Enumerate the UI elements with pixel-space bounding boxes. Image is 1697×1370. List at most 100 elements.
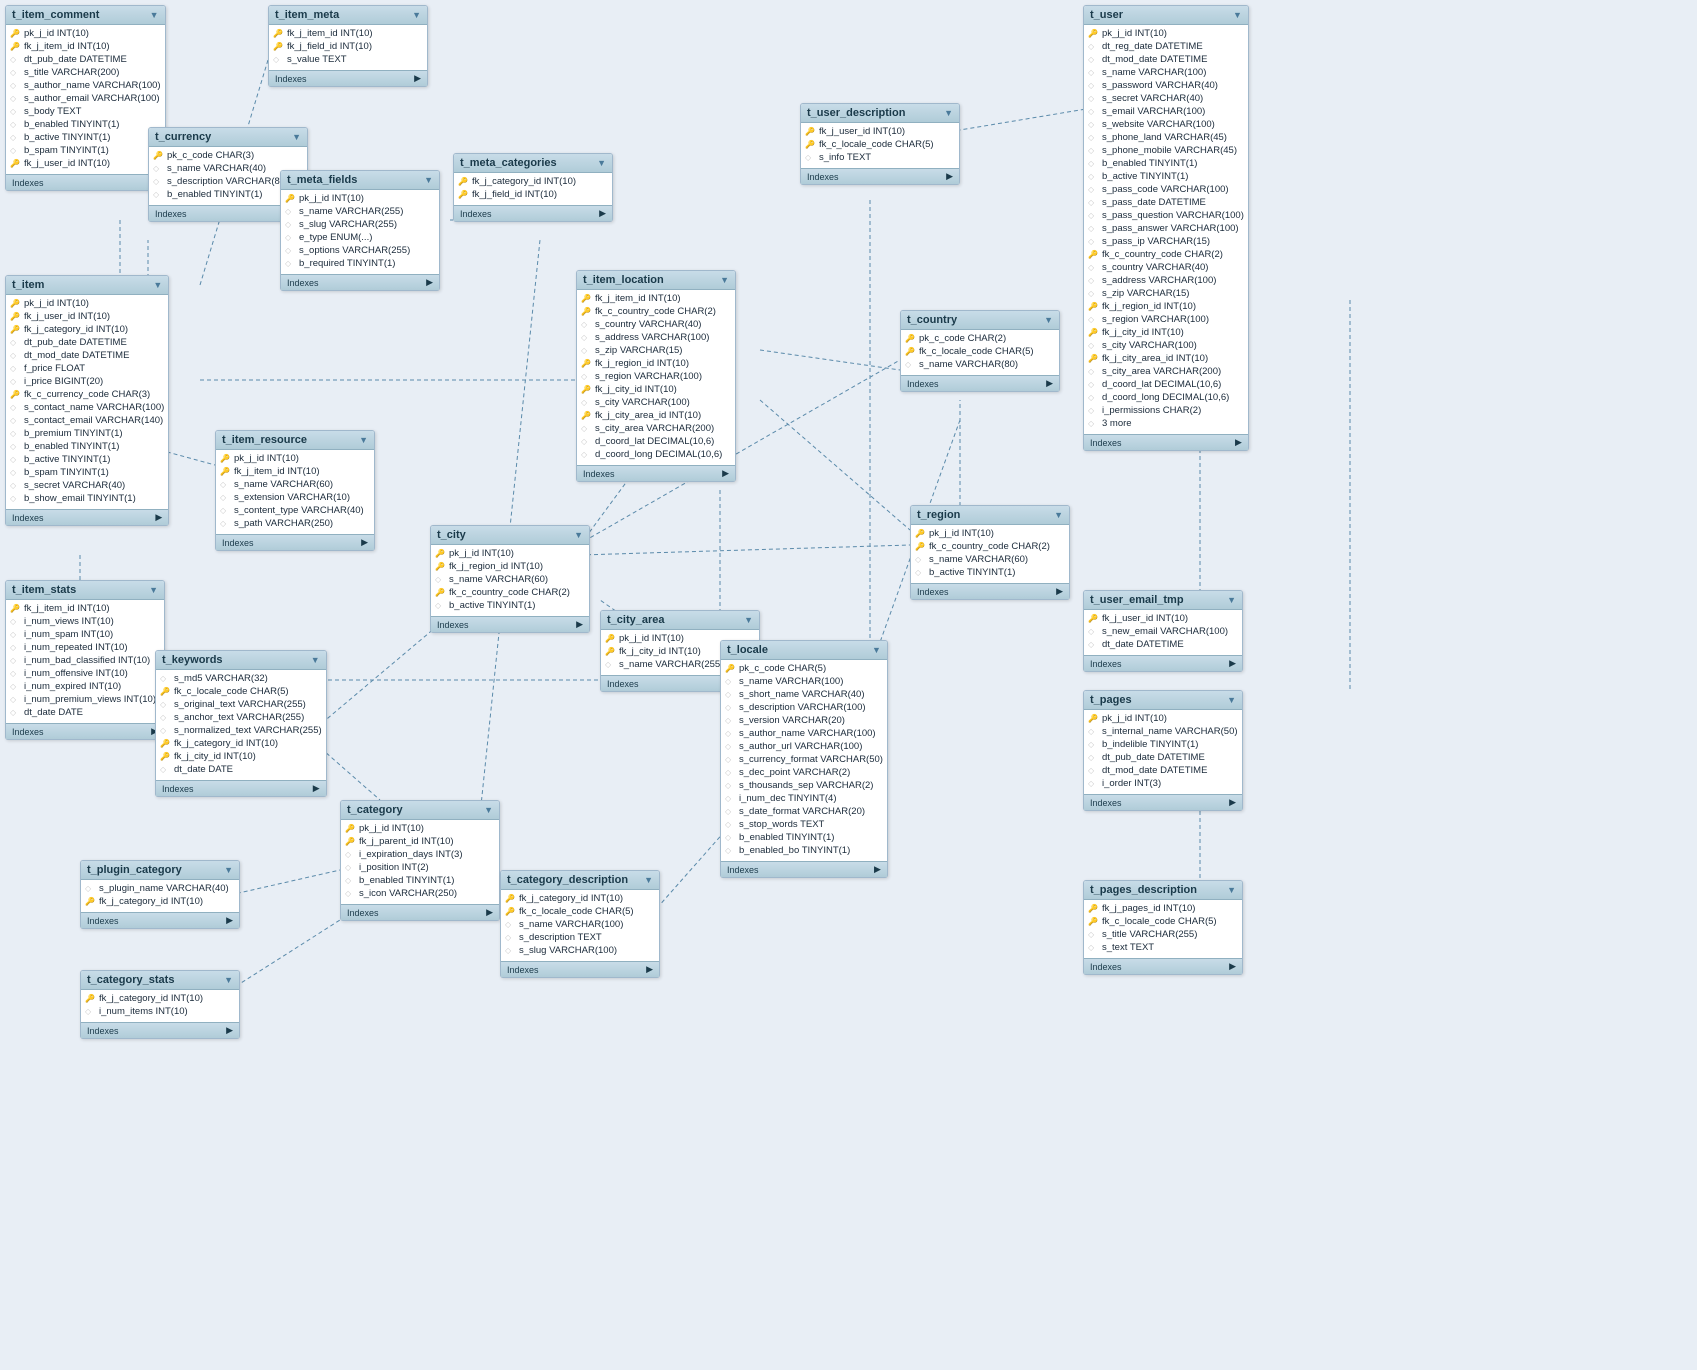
indexes-row-t_item: Indexes▶ <box>6 509 168 525</box>
table-sort-icon-t_currency[interactable]: ▼ <box>292 132 301 142</box>
field-row: 🔑fk_j_city_id INT(10) <box>156 750 326 763</box>
table-sort-icon-t_user_email_tmp[interactable]: ▼ <box>1227 595 1236 605</box>
indexes-expand-icon[interactable]: ▶ <box>486 907 493 918</box>
field-name: pk_j_id INT(10) <box>24 298 89 309</box>
table-sort-icon-t_item_location[interactable]: ▼ <box>720 275 729 285</box>
field-name: b_spam TINYINT(1) <box>24 145 109 156</box>
field-row: ◇b_spam TINYINT(1) <box>6 144 165 157</box>
table-body-t_item_comment: 🔑pk_j_id INT(10)🔑fk_j_item_id INT(10)◇dt… <box>6 25 165 172</box>
indexes-expand-icon[interactable]: ▶ <box>874 864 881 875</box>
table-sort-icon-t_category_description[interactable]: ▼ <box>644 875 653 885</box>
table-body-t_user: 🔑pk_j_id INT(10)◇dt_reg_date DATETIME◇dt… <box>1084 25 1248 432</box>
indexes-expand-icon[interactable]: ▶ <box>946 171 953 182</box>
table-t_item_stats: t_item_stats▼🔑fk_j_item_id INT(10)◇i_num… <box>5 580 165 740</box>
field-icon: ◇ <box>905 360 917 369</box>
table-header-t_item_comment: t_item_comment▼ <box>6 6 165 25</box>
field-name: s_city VARCHAR(100) <box>1102 340 1197 351</box>
field-row: ◇s_anchor_text VARCHAR(255) <box>156 711 326 724</box>
field-name: fk_c_country_code CHAR(2) <box>449 587 570 598</box>
indexes-expand-icon[interactable]: ▶ <box>361 537 368 548</box>
table-sort-icon-t_item_comment[interactable]: ▼ <box>150 10 159 20</box>
field-row: ◇3 more <box>1084 417 1248 430</box>
indexes-expand-icon[interactable]: ▶ <box>226 1025 233 1036</box>
field-name: s_value TEXT <box>287 54 347 65</box>
indexes-expand-icon[interactable]: ▶ <box>1046 378 1053 389</box>
table-sort-icon-t_item_resource[interactable]: ▼ <box>359 435 368 445</box>
field-row: 🔑fk_j_region_id INT(10) <box>577 357 735 370</box>
field-icon: ◇ <box>345 889 357 898</box>
indexes-row-t_category_description: Indexes▶ <box>501 961 659 977</box>
indexes-expand-icon[interactable]: ▶ <box>226 915 233 926</box>
table-sort-icon-t_city_area[interactable]: ▼ <box>744 615 753 625</box>
table-sort-icon-t_item_stats[interactable]: ▼ <box>149 585 158 595</box>
table-sort-icon-t_item_meta[interactable]: ▼ <box>412 10 421 20</box>
field-icon: ◇ <box>1088 81 1100 90</box>
indexes-expand-icon[interactable]: ▶ <box>576 619 583 630</box>
indexes-expand-icon[interactable]: ▶ <box>646 964 653 975</box>
table-t_user_description: t_user_description▼🔑fk_j_user_id INT(10)… <box>800 103 960 185</box>
table-sort-icon-t_city[interactable]: ▼ <box>574 530 583 540</box>
field-row: ◇s_password VARCHAR(40) <box>1084 79 1248 92</box>
field-name: s_date_format VARCHAR(20) <box>739 806 865 817</box>
field-icon: ◇ <box>725 703 737 712</box>
field-icon: ◇ <box>10 146 22 155</box>
field-icon: ◇ <box>285 246 297 255</box>
fk-icon: 🔑 <box>10 390 22 399</box>
table-sort-icon-t_meta_categories[interactable]: ▼ <box>597 158 606 168</box>
table-sort-icon-t_category_stats[interactable]: ▼ <box>224 975 233 985</box>
indexes-row-t_category_stats: Indexes▶ <box>81 1022 239 1038</box>
table-sort-icon-t_country[interactable]: ▼ <box>1044 315 1053 325</box>
indexes-label: Indexes <box>1090 438 1122 448</box>
table-sort-icon-t_category[interactable]: ▼ <box>484 805 493 815</box>
indexes-expand-icon[interactable]: ▶ <box>1229 961 1236 972</box>
field-row: 🔑fk_c_locale_code CHAR(5) <box>1084 915 1242 928</box>
indexes-expand-icon[interactable]: ▶ <box>1229 658 1236 669</box>
field-name: 3 more <box>1102 418 1132 429</box>
indexes-expand-icon[interactable]: ▶ <box>1235 437 1242 448</box>
indexes-expand-icon[interactable]: ▶ <box>722 468 729 479</box>
table-sort-icon-t_item[interactable]: ▼ <box>153 280 162 290</box>
table-sort-icon-t_pages_description[interactable]: ▼ <box>1227 885 1236 895</box>
field-name: s_short_name VARCHAR(40) <box>739 689 864 700</box>
table-sort-icon-t_user_description[interactable]: ▼ <box>944 108 953 118</box>
table-sort-icon-t_locale[interactable]: ▼ <box>872 645 881 655</box>
field-icon: ◇ <box>85 884 97 893</box>
field-row: ◇b_active TINYINT(1) <box>911 566 1069 579</box>
field-name: fk_c_locale_code CHAR(5) <box>919 346 1034 357</box>
indexes-expand-icon[interactable]: ▶ <box>414 73 421 84</box>
indexes-expand-icon[interactable]: ▶ <box>313 783 320 794</box>
table-sort-icon-t_keywords[interactable]: ▼ <box>311 655 320 665</box>
field-icon: ◇ <box>10 107 22 116</box>
table-sort-icon-t_user[interactable]: ▼ <box>1233 10 1242 20</box>
field-row: ◇s_version VARCHAR(20) <box>721 714 887 727</box>
field-row: ◇d_coord_lat DECIMAL(10,6) <box>1084 378 1248 391</box>
indexes-expand-icon[interactable]: ▶ <box>1056 586 1063 597</box>
indexes-expand-icon[interactable]: ▶ <box>155 512 162 523</box>
table-sort-icon-t_plugin_category[interactable]: ▼ <box>224 865 233 875</box>
field-row: ◇s_name VARCHAR(100) <box>501 918 659 931</box>
indexes-row-t_user_email_tmp: Indexes▶ <box>1084 655 1242 671</box>
indexes-row-t_city: Indexes▶ <box>431 616 589 632</box>
field-row: 🔑pk_j_id INT(10) <box>1084 27 1248 40</box>
fk-icon: 🔑 <box>273 42 285 51</box>
table-sort-icon-t_region[interactable]: ▼ <box>1054 510 1063 520</box>
field-name: s_thousands_sep VARCHAR(2) <box>739 780 873 791</box>
field-name: pk_c_code CHAR(2) <box>919 333 1006 344</box>
field-row: ◇s_pass_answer VARCHAR(100) <box>1084 222 1248 235</box>
indexes-label: Indexes <box>275 74 307 84</box>
field-icon: ◇ <box>345 863 357 872</box>
indexes-expand-icon[interactable]: ▶ <box>426 277 433 288</box>
indexes-expand-icon[interactable]: ▶ <box>1229 797 1236 808</box>
field-name: fk_j_city_area_id INT(10) <box>1102 353 1208 364</box>
field-icon: ◇ <box>1088 198 1100 207</box>
table-sort-icon-t_meta_fields[interactable]: ▼ <box>424 175 433 185</box>
table-sort-icon-t_pages[interactable]: ▼ <box>1227 695 1236 705</box>
indexes-expand-icon[interactable]: ▶ <box>599 208 606 219</box>
table-t_keywords: t_keywords▼◇s_md5 VARCHAR(32)🔑fk_c_local… <box>155 650 327 797</box>
field-icon: ◇ <box>10 133 22 142</box>
field-name: i_num_spam INT(10) <box>24 629 113 640</box>
table-body-t_item: 🔑pk_j_id INT(10)🔑fk_j_user_id INT(10)🔑fk… <box>6 295 168 507</box>
field-name: s_region VARCHAR(100) <box>1102 314 1209 325</box>
field-icon: ◇ <box>1088 159 1100 168</box>
indexes-label: Indexes <box>727 865 759 875</box>
